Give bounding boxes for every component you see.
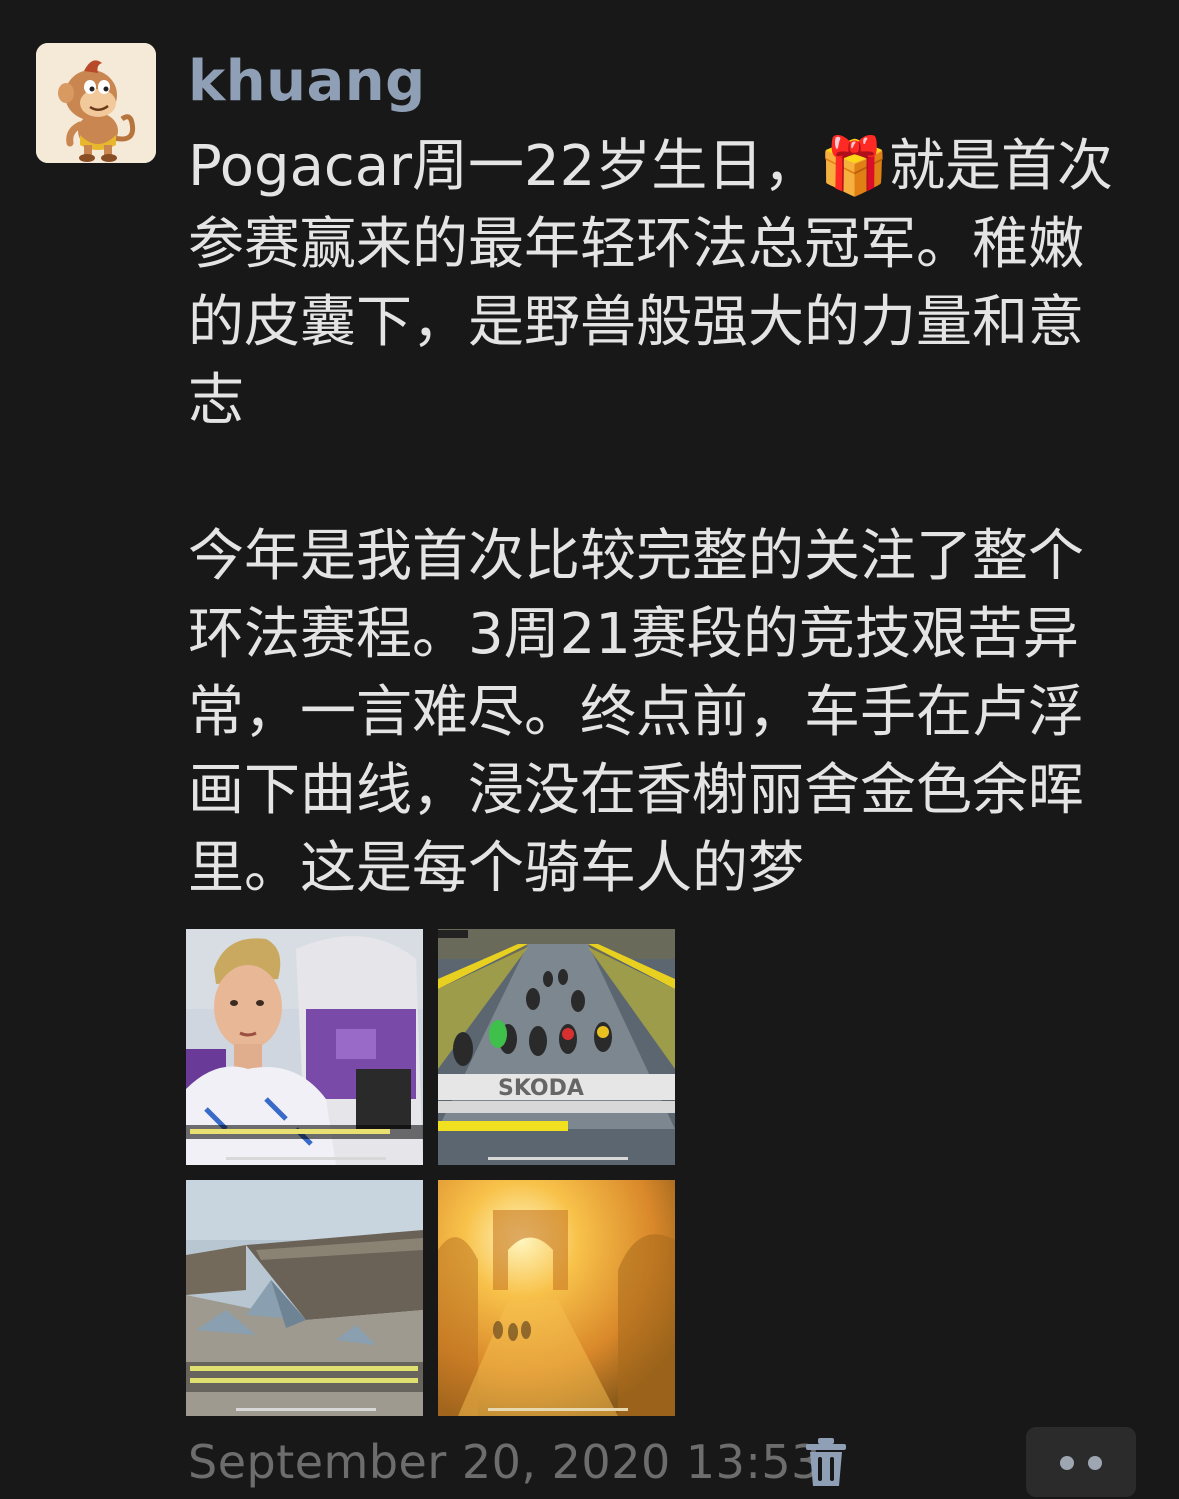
post-timestamp: September 20, 2020 13:53 <box>188 1435 821 1489</box>
trash-icon <box>806 1438 846 1486</box>
post-body: Pogacar周一22岁生日，🎁就是首次参赛赢来的最年轻环法总冠军。稚嫩的皮囊下… <box>188 128 1123 908</box>
post-author[interactable]: khuang <box>188 46 426 118</box>
post-paragraph-1: Pogacar周一22岁生日，🎁就是首次参赛赢来的最年轻环法总冠军。稚嫩的皮囊下… <box>188 134 1114 433</box>
avatar[interactable] <box>36 43 156 163</box>
more-button[interactable] <box>1026 1427 1136 1497</box>
rider-interview-photo-icon <box>186 929 423 1165</box>
cartoon-monkey-avatar-icon <box>36 43 156 163</box>
more-dots-icon <box>1060 1456 1074 1470</box>
photo-sprint-finish[interactable]: SKODA <box>438 929 675 1165</box>
louvre-pyramid-photo-icon <box>186 1180 423 1416</box>
more-dots-icon <box>1088 1456 1102 1470</box>
post-paragraph-2: 今年是我首次比较完整的关注了整个环法赛程。3周21赛段的竞技艰苦异常，一言难尽。… <box>188 524 1084 901</box>
delete-button[interactable] <box>804 1436 848 1488</box>
svg-text:SKODA: SKODA <box>498 1076 584 1101</box>
photo-grid: SKODA <box>186 929 676 1417</box>
photo-sunset[interactable] <box>438 1180 675 1416</box>
sunset-arc-de-triomphe-photo-icon <box>438 1180 675 1416</box>
photo-rider-interview[interactable] <box>186 929 423 1165</box>
sprint-finish-photo-icon: SKODA <box>438 929 675 1165</box>
photo-louvre[interactable] <box>186 1180 423 1416</box>
